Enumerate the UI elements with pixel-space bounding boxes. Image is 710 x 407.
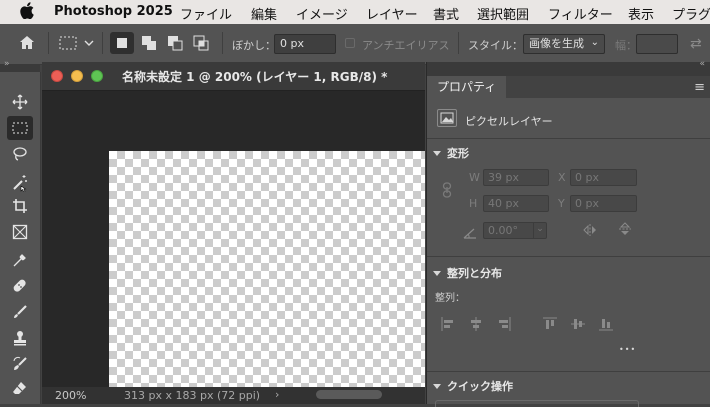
menu-file[interactable]: ファイル	[180, 4, 232, 23]
feather-input[interactable]: 0 px	[274, 34, 336, 54]
menu-type[interactable]: 書式	[433, 4, 459, 23]
width-field[interactable]: 39 px	[483, 169, 549, 186]
divider	[427, 138, 710, 139]
align-left-icon[interactable]	[441, 316, 455, 335]
status-arrow-icon[interactable]: ›	[275, 388, 279, 401]
pixel-layer-icon	[437, 109, 457, 127]
transparent-canvas[interactable]	[109, 151, 425, 387]
menu-bar: Photoshop 2025 ファイル 編集 イメージ レイヤー 書式 選択範囲…	[0, 0, 710, 24]
swap-icon[interactable]: ⇄	[690, 36, 702, 52]
quick-actions-title: クイック操作	[447, 380, 513, 393]
chevron-down-icon	[433, 266, 448, 279]
w-label: W	[469, 171, 480, 184]
width-input[interactable]	[636, 34, 678, 54]
close-button[interactable]	[51, 70, 63, 82]
chevron-down-icon: ⌄	[533, 222, 546, 239]
link-icon[interactable]	[442, 182, 452, 202]
home-icon[interactable]	[18, 34, 36, 56]
eyedropper-icon[interactable]	[7, 248, 33, 272]
y-field[interactable]: 0 px	[570, 195, 637, 212]
align-right-icon[interactable]	[497, 316, 511, 335]
h-label: H	[469, 197, 478, 210]
divider	[427, 256, 710, 257]
align-bottom-icon[interactable]	[599, 316, 613, 335]
menu-view[interactable]: 表示	[628, 4, 654, 23]
x-label: X	[558, 171, 566, 184]
divider	[48, 32, 49, 54]
lasso-icon[interactable]	[7, 142, 33, 166]
chevron-down-icon	[433, 379, 448, 392]
document-title: 名称未設定 1 @ 200% (レイヤー 1, RGB/8) *	[122, 70, 388, 84]
panel-tab-bar: プロパティ ≡	[427, 76, 710, 98]
panel-header: «	[427, 59, 710, 76]
tools-panel	[0, 72, 41, 404]
height-field[interactable]: 40 px	[483, 195, 549, 212]
width-label: 幅：	[615, 39, 637, 52]
options-bar: ぼかし： 0 px アンチエイリアス スタイル： 画像を生成 ⌄ 幅： ⇄	[0, 24, 710, 65]
properties-panel: « プロパティ ≡ ピクセルレイヤー 変形 W 39 px X 0 px H 4…	[426, 59, 710, 407]
flip-horizontal-icon[interactable]	[582, 222, 598, 241]
style-select[interactable]: 画像を生成 ⌄	[523, 34, 605, 54]
zoom-level[interactable]: 200%	[55, 389, 86, 402]
antialias-checkbox[interactable]	[345, 38, 355, 48]
style-label: スタイル：	[468, 39, 523, 52]
divider	[427, 371, 710, 372]
document-info[interactable]: 313 px x 183 px (72 ppi)	[124, 389, 260, 402]
zoom-button[interactable]	[91, 70, 103, 82]
crop-icon[interactable]	[7, 194, 33, 218]
healing-icon[interactable]	[7, 274, 33, 298]
menu-edit[interactable]: 編集	[251, 4, 277, 23]
layer-type-label: ピクセルレイヤー	[465, 115, 553, 128]
magic-wand-icon[interactable]	[7, 170, 33, 194]
move-tool-icon[interactable]	[7, 90, 33, 114]
document-title-bar[interactable]: 名称未設定 1 @ 200% (レイヤー 1, RGB/8) *	[42, 62, 425, 91]
menu-image[interactable]: イメージ	[296, 4, 348, 23]
history-brush-icon[interactable]	[7, 352, 33, 376]
transform-title: 変形	[447, 147, 469, 160]
align-subtitle: 整列：	[435, 293, 465, 304]
align-top-icon[interactable]	[543, 316, 557, 335]
frame-icon[interactable]	[7, 220, 33, 244]
brush-icon[interactable]	[7, 300, 33, 324]
align-middle-v-icon[interactable]	[571, 316, 585, 335]
add-selection-icon[interactable]	[138, 32, 162, 54]
tab-properties[interactable]: プロパティ	[427, 76, 507, 98]
align-center-h-icon[interactable]	[469, 316, 483, 335]
feather-label: ぼかし：	[232, 39, 276, 52]
menu-plugins[interactable]: プラグ	[672, 4, 710, 23]
horizontal-scrollbar[interactable]	[316, 390, 382, 399]
chevron-down-icon: ⌄	[590, 37, 599, 48]
eraser-icon[interactable]	[7, 376, 33, 400]
toolbar-header: »	[0, 59, 40, 72]
expand-icon[interactable]: »	[4, 59, 10, 69]
panel-menu-icon[interactable]: ≡	[694, 80, 705, 95]
apple-icon[interactable]	[20, 2, 34, 23]
app-menu[interactable]: Photoshop 2025	[54, 4, 173, 19]
align-title: 整列と分布	[447, 267, 502, 280]
flip-vertical-icon[interactable]	[618, 221, 632, 241]
angle-value: 0.00°	[488, 224, 518, 237]
menu-layer[interactable]: レイヤー	[366, 4, 418, 23]
chevron-down-icon	[433, 146, 448, 159]
style-value: 画像を生成	[529, 37, 584, 50]
x-field[interactable]: 0 px	[570, 169, 637, 186]
stamp-icon[interactable]	[7, 326, 33, 350]
angle-field[interactable]: 0.00° ⌄	[483, 222, 547, 239]
more-options-icon[interactable]: •••	[619, 345, 636, 354]
antialias-label: アンチエイリアス	[362, 39, 450, 52]
menu-select[interactable]: 選択範囲	[477, 4, 529, 23]
marquee-tool-icon[interactable]	[7, 116, 33, 140]
divider	[458, 32, 459, 54]
angle-icon	[463, 224, 477, 243]
minimize-button[interactable]	[71, 70, 83, 82]
y-label: Y	[558, 197, 565, 210]
new-selection-icon[interactable]	[110, 32, 134, 54]
subtract-selection-icon[interactable]	[164, 32, 188, 54]
marquee-preset-icon[interactable]	[58, 34, 94, 56]
collapse-icon[interactable]: «	[699, 59, 705, 69]
divider	[102, 32, 103, 54]
divider	[222, 32, 223, 54]
menu-filter[interactable]: フィルター	[548, 4, 613, 23]
intersect-selection-icon[interactable]	[190, 32, 214, 54]
